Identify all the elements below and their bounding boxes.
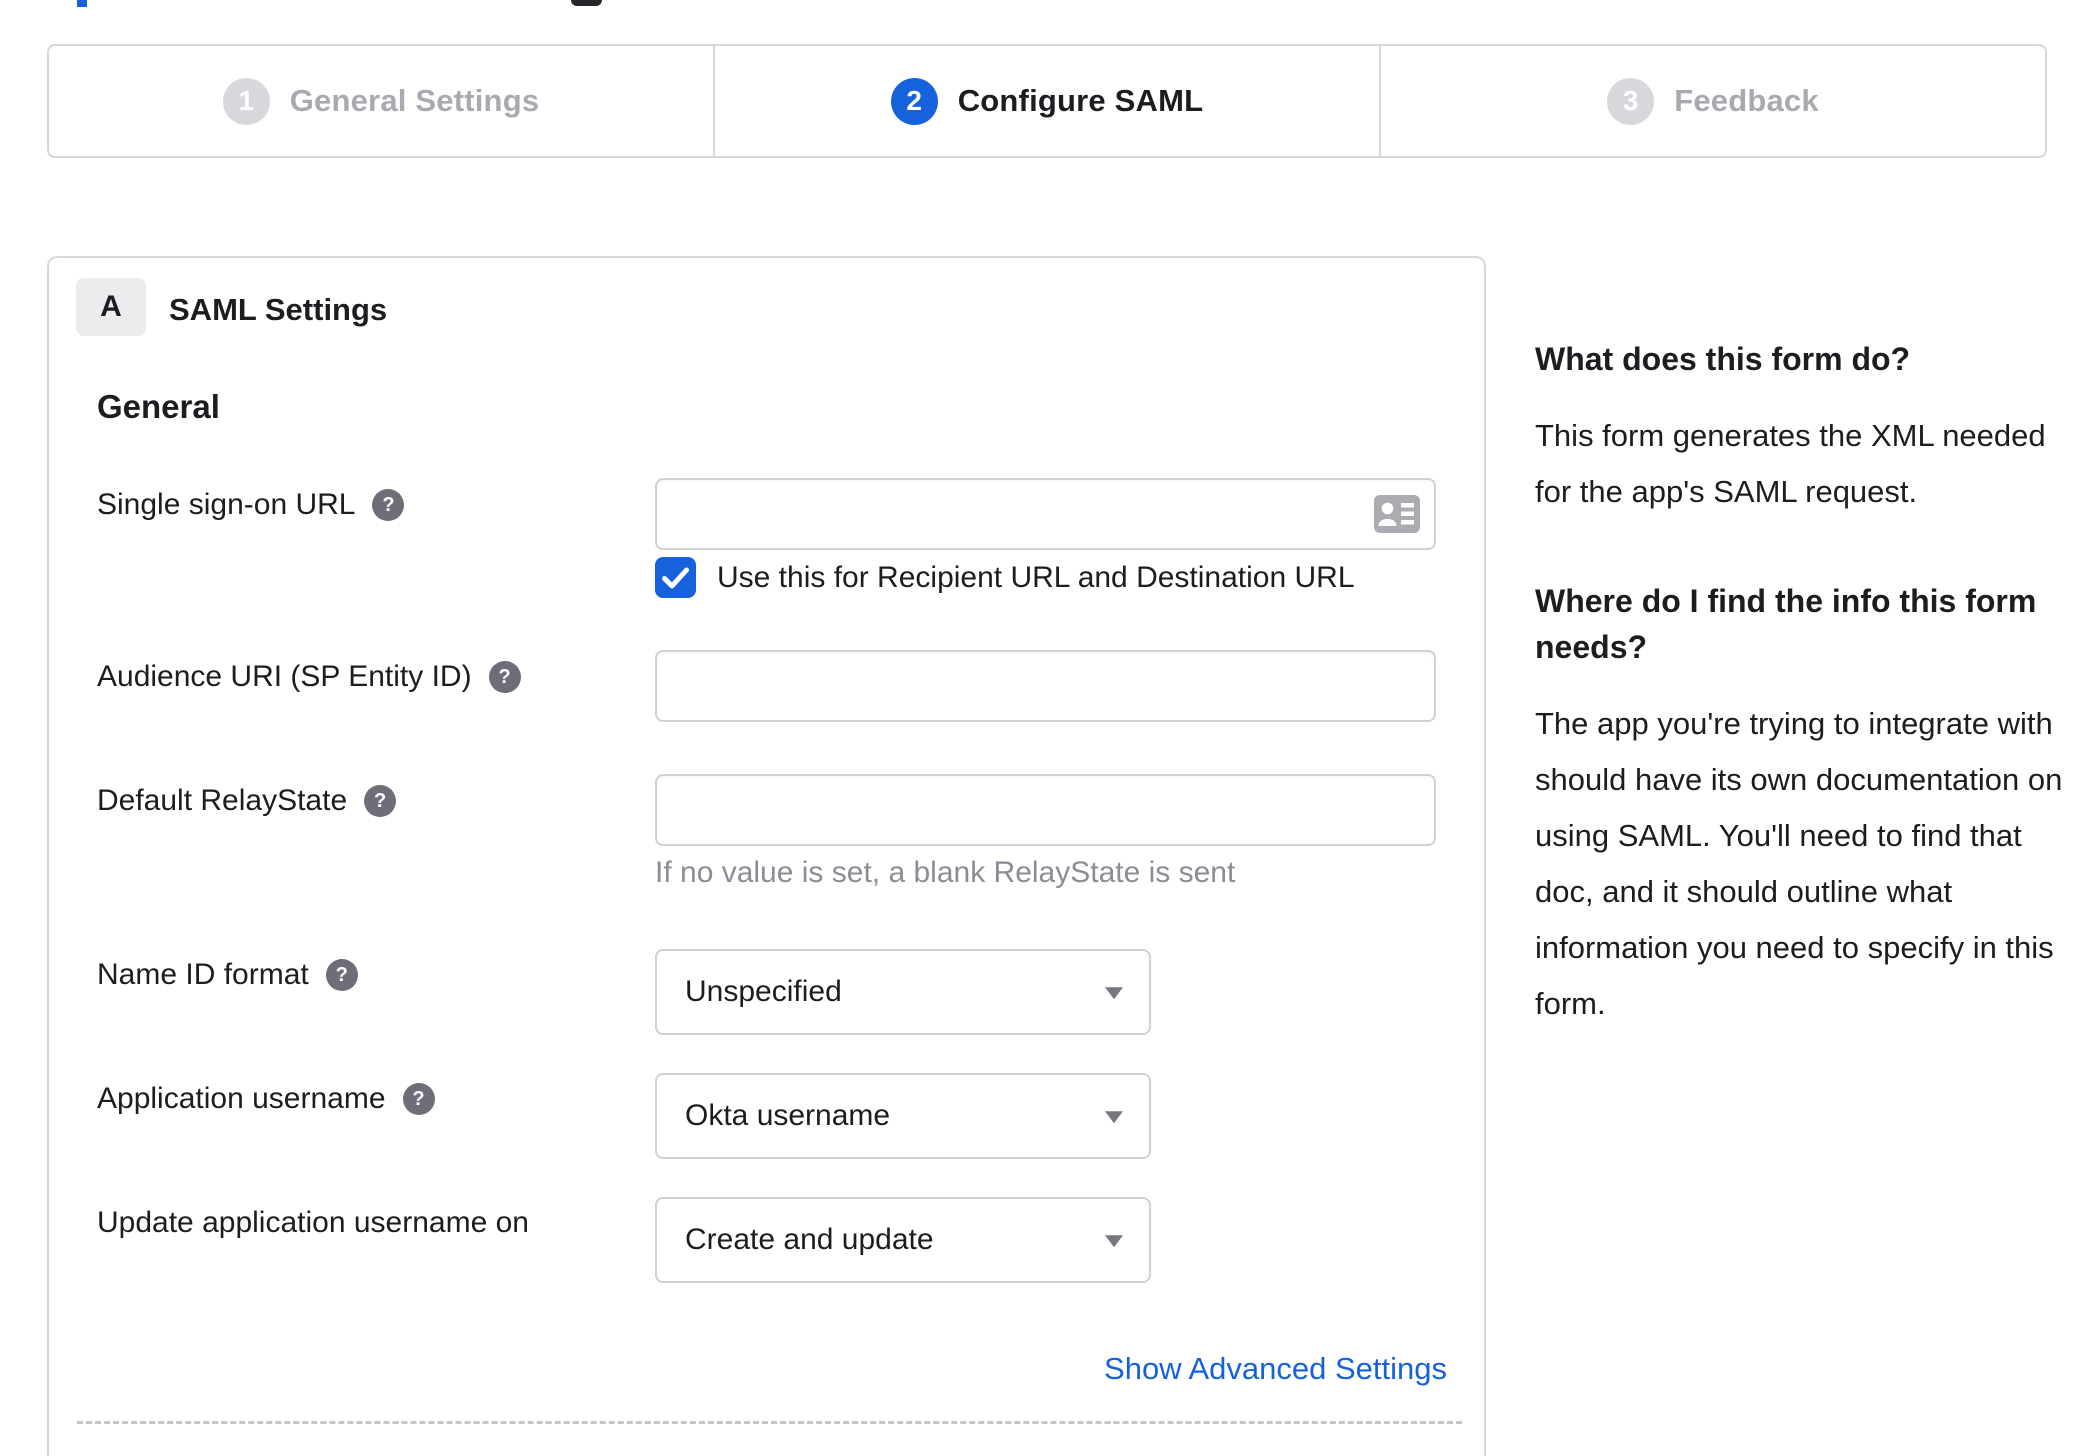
name-id-format-label: Name ID format ? [97, 958, 358, 992]
audience-uri-input[interactable] [655, 650, 1436, 722]
saml-settings-panel: A SAML Settings General Single sign-on U… [47, 256, 1486, 1456]
sso-url-input-wrap [655, 478, 1436, 550]
step-general-settings[interactable]: 1 General Settings [49, 46, 713, 156]
sidebar-body-where: The app you're trying to integrate with … [1535, 706, 2063, 1021]
help-sidebar: What does this form do? This form genera… [1535, 336, 2080, 1090]
update-application-username-label: Update application username on [97, 1206, 529, 1240]
name-id-format-select[interactable]: Unspecified [655, 949, 1151, 1035]
general-section-heading: General [97, 388, 220, 425]
audience-uri-label: Audience URI (SP Entity ID) ? [97, 660, 521, 694]
sidebar-heading-what: What does this form do? [1535, 341, 1911, 377]
use-for-recipient-checkbox-label: Use this for Recipient URL and Destinati… [717, 560, 1355, 594]
name-id-format-help-icon[interactable]: ? [325, 959, 358, 991]
step-number-badge: 1 [222, 77, 270, 125]
audience-uri-label-text: Audience URI (SP Entity ID) [97, 660, 472, 693]
name-id-format-label-text: Name ID format [97, 958, 309, 991]
application-username-label-text: Application username [97, 1082, 386, 1115]
step-configure-saml[interactable]: 2 Configure SAML [713, 46, 1379, 156]
caret-down-icon [1105, 1235, 1123, 1248]
sidebar-body-what: This form generates the XML needed for t… [1535, 418, 2046, 509]
step-label: General Settings [289, 83, 540, 118]
caret-down-icon [1105, 987, 1123, 1000]
sso-url-label: Single sign-on URL ? [97, 488, 405, 522]
application-username-help-icon[interactable]: ? [402, 1083, 435, 1115]
show-advanced-settings-link[interactable]: Show Advanced Settings [1104, 1351, 1447, 1387]
application-username-select[interactable]: Okta username [655, 1073, 1151, 1159]
sso-url-input[interactable] [655, 478, 1436, 550]
sso-url-help-icon[interactable]: ? [372, 489, 405, 521]
step-number-badge: 3 [1607, 77, 1655, 125]
section-dashed-divider [77, 1421, 1462, 1424]
step-number-badge: 2 [890, 77, 938, 125]
cutoff-blue-fragment [77, 0, 87, 7]
step-label: Configure SAML [957, 83, 1204, 118]
cutoff-dark-fragment [571, 0, 602, 6]
default-relaystate-label-text: Default RelayState [97, 784, 348, 817]
panel-title: SAML Settings [169, 292, 388, 327]
recipient-url-checkbox-row: Use this for Recipient URL and Destinati… [655, 557, 1355, 598]
default-relaystate-label: Default RelayState ? [97, 784, 397, 818]
name-id-format-value: Unspecified [685, 975, 842, 1008]
sso-url-label-text: Single sign-on URL [97, 488, 356, 521]
default-relaystate-input[interactable] [655, 774, 1436, 846]
update-application-username-label-text: Update application username on [97, 1206, 529, 1239]
relaystate-hint-text: If no value is set, a blank RelayState i… [655, 856, 1236, 889]
contact-card-icon[interactable] [1374, 495, 1420, 533]
application-username-label: Application username ? [97, 1082, 435, 1116]
application-username-value: Okta username [685, 1099, 891, 1132]
update-application-username-value: Create and update [685, 1223, 934, 1256]
section-a-badge: A [76, 278, 146, 336]
default-relaystate-help-icon[interactable]: ? [364, 785, 397, 817]
sidebar-heading-where: Where do I find the info this form needs… [1535, 583, 2037, 665]
step-label: Feedback [1674, 83, 1819, 118]
update-application-username-select[interactable]: Create and update [655, 1197, 1151, 1283]
audience-uri-help-icon[interactable]: ? [488, 661, 521, 693]
use-for-recipient-checkbox[interactable] [655, 557, 696, 598]
step-feedback[interactable]: 3 Feedback [1379, 46, 2045, 156]
setup-wizard-stepper: 1 General Settings 2 Configure SAML 3 Fe… [47, 44, 2047, 158]
caret-down-icon [1105, 1111, 1123, 1124]
